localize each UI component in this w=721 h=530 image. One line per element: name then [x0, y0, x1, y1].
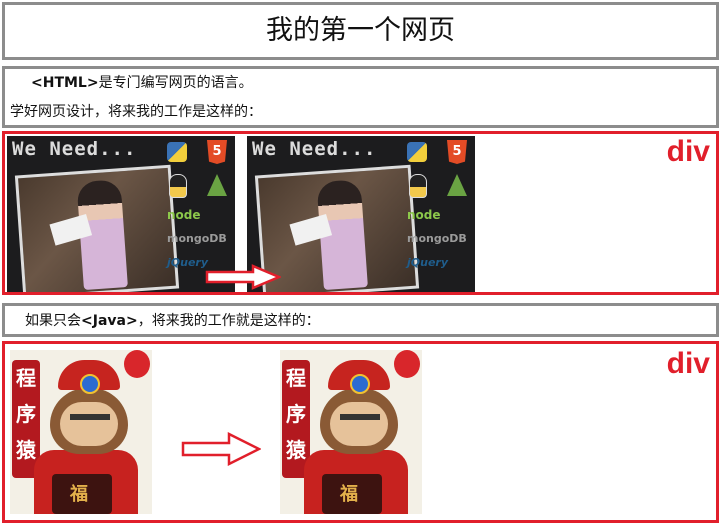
mongodb-logo: mongoDB [167, 232, 227, 245]
vim-icon [447, 174, 467, 196]
monkey-hat [58, 360, 120, 394]
intro-line-1-rest: 是专门编写网页的语言。 [98, 75, 253, 91]
monkey-face [320, 388, 398, 454]
jquery-logo: jQuery [167, 256, 209, 269]
java-line-rest: ，将来我的工作就是这样的： [137, 313, 320, 329]
html5-icon: 5 [447, 140, 467, 164]
intro-box: <HTML>是专门编写网页的语言。 学好网页设计，将来我的工作是这样的： [2, 66, 719, 128]
java-tag-text: <Java> [81, 313, 138, 329]
jquery-logo: jQuery [407, 256, 449, 269]
html-tag-text: <HTML> [31, 75, 99, 91]
python-icon [167, 142, 187, 162]
title-box: 我的第一个网页 [2, 2, 719, 60]
web-dev-image-left: We Need... 5 node mongoDB jQuery [7, 136, 235, 292]
python-icon [407, 142, 427, 162]
tech-logos: 5 node mongoDB jQuery [407, 140, 473, 290]
html5-icon: 5 [207, 140, 227, 164]
we-need-heading: We Need... [12, 138, 137, 160]
we-need-heading: We Need... [252, 138, 377, 160]
java-line-prefix: 如果只会 [25, 313, 81, 329]
arrow-right-icon [205, 264, 281, 290]
web-div-box: div We Need... 5 node mongoDB jQuery We … [2, 131, 719, 295]
lantern-icon [124, 350, 150, 378]
intro-line-1: <HTML>是专门编写网页的语言。 [31, 73, 253, 93]
monkey-hat [328, 360, 390, 394]
page-title: 我的第一个网页 [266, 15, 455, 46]
java-div-box: div 程序猿 程序猿 [2, 341, 719, 523]
laptop-icon [52, 474, 112, 514]
laptop-icon [322, 474, 382, 514]
node-logo: node [407, 208, 441, 222]
linux-icon [409, 174, 427, 198]
intro-line-2: 学好网页设计，将来我的工作是这样的： [10, 104, 262, 120]
lantern-icon [394, 350, 420, 378]
arrow-right-icon [181, 432, 261, 466]
mongodb-logo: mongoDB [407, 232, 467, 245]
java-box: 如果只会<Java>，将来我的工作就是这样的： [2, 303, 719, 337]
monkey-image-right: 程序猿 [280, 350, 422, 514]
monkey-image-left: 程序猿 [10, 350, 152, 514]
node-logo: node [167, 208, 201, 222]
monkey-face [50, 388, 128, 454]
linux-icon [169, 174, 187, 198]
web-dev-image-right: We Need... 5 node mongoDB jQuery [247, 136, 475, 292]
vim-icon [207, 174, 227, 196]
div-label: div [666, 135, 710, 168]
photo [14, 164, 180, 292]
div-label: div [666, 347, 710, 380]
java-line: 如果只会<Java>，将来我的工作就是这样的： [25, 311, 320, 331]
